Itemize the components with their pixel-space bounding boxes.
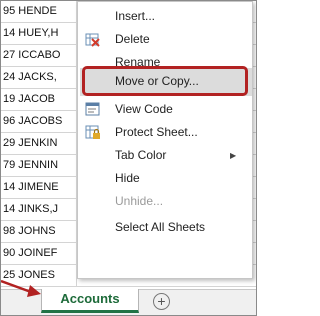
menu-item-view-code[interactable]: View Code (78, 98, 252, 121)
cell[interactable]: 90 JOINEF (1, 243, 77, 264)
menu-item-label: Tab Color (115, 148, 167, 162)
menu-item-select-all-sheets[interactable]: Select All Sheets (78, 216, 252, 239)
menu-item-hide[interactable]: Hide (78, 167, 252, 190)
menu-item-label: Protect Sheet... (115, 125, 198, 139)
menu-item-protect-sheet[interactable]: Protect Sheet... (78, 121, 252, 144)
cell[interactable]: 96 JACOBS (1, 111, 77, 132)
submenu-arrow-icon: ▶ (230, 151, 237, 160)
view-code-icon (85, 102, 100, 116)
cell[interactable]: 24 JACKS, (1, 67, 77, 88)
cell[interactable]: 19 JACOB (1, 89, 77, 110)
menu-item-unhide: Unhide... (78, 190, 252, 213)
cell[interactable]: 27 ICCABO (1, 45, 77, 66)
cell[interactable]: 98 JOHNS (1, 221, 77, 242)
add-sheet-icon[interactable]: + (153, 293, 170, 310)
cell[interactable]: 29 JENKIN (1, 133, 77, 154)
menu-item-tab-color[interactable]: Tab Color ▶ (78, 144, 252, 167)
cell[interactable]: 14 HUEY,H (1, 23, 77, 44)
menu-item-label: Unhide... (115, 194, 164, 208)
delete-sheet-icon (85, 33, 100, 47)
menu-item-delete[interactable]: Delete (78, 28, 252, 51)
highlight-callout (82, 66, 248, 96)
menu-item-label: Select All Sheets (115, 220, 206, 234)
sheet-context-menu: Insert... Delete Rename Move or Copy... (77, 1, 253, 279)
pointer-arrow-icon (1, 279, 41, 297)
protect-sheet-icon (85, 125, 100, 139)
menu-item-label: Delete (115, 32, 150, 46)
menu-item-label: Insert... (115, 9, 156, 23)
menu-item-label: Hide (115, 171, 140, 185)
sheet-tab-accounts[interactable]: Accounts (41, 289, 139, 313)
menu-item-label: View Code (115, 102, 173, 116)
cell[interactable]: 79 JENNIN (1, 155, 77, 176)
cell[interactable]: 14 JIMENE (1, 177, 77, 198)
excel-window: 95 HENDE Ra 14 HUEY,H He 27 ICCABO or 24… (0, 0, 257, 316)
menu-item-insert[interactable]: Insert... (78, 5, 252, 28)
cell[interactable]: 95 HENDE (1, 1, 77, 22)
cell[interactable]: 14 JINKS,J (1, 199, 77, 220)
